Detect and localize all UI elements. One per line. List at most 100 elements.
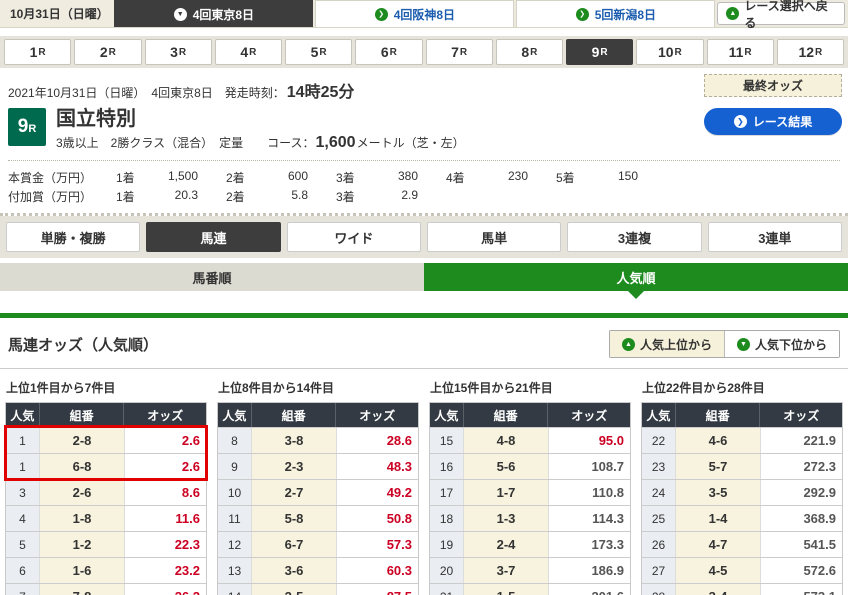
rank-cell: 8 <box>218 428 251 453</box>
table-row[interactable]: 12-82.6 <box>6 427 206 453</box>
race-tab-4R[interactable]: 4R <box>215 39 282 65</box>
race-result-button[interactable]: ❯ レース結果 <box>704 108 842 135</box>
odds-cell: 110.8 <box>548 480 631 505</box>
race-tab-12R[interactable]: 12R <box>777 39 844 65</box>
race-number: 9 <box>18 116 29 138</box>
column-header-組番: 組番 <box>251 403 336 427</box>
race-tab-9R[interactable]: 9R <box>566 39 633 65</box>
table-row[interactable]: 192-4173.3 <box>430 531 630 557</box>
odds-table-group-3: 上位15件目から21件目人気組番オッズ154-895.0165-6108.717… <box>429 377 631 595</box>
odds-cell: 173.3 <box>548 532 631 557</box>
table-row[interactable]: 283-4573.1 <box>642 583 842 595</box>
race-tab-suffix: R <box>249 47 256 58</box>
table-row[interactable]: 102-749.2 <box>218 479 418 505</box>
meeting-tab-4回阪神8日[interactable]: ❯4回阪神8日 <box>315 0 514 27</box>
table-row[interactable]: 51-222.3 <box>6 531 206 557</box>
race-tab-11R[interactable]: 11R <box>707 39 774 65</box>
divider <box>8 160 840 161</box>
table-row[interactable]: 243-5292.9 <box>642 479 842 505</box>
odds-cell: 23.2 <box>124 558 207 583</box>
table-row[interactable]: 142-587.5 <box>218 583 418 595</box>
table-row[interactable]: 171-7110.8 <box>430 479 630 505</box>
race-tab-8R[interactable]: 8R <box>496 39 563 65</box>
table-row[interactable]: 83-828.6 <box>218 427 418 453</box>
order-tab-人気順[interactable]: 人気順 <box>424 263 848 291</box>
bet-tab-3連複[interactable]: 3連複 <box>567 222 701 252</box>
back-to-race-select-button[interactable]: ▲ レース選択へ戻る <box>717 2 845 25</box>
bet-tab-馬連[interactable]: 馬連 <box>146 222 280 252</box>
table-row[interactable]: 154-895.0 <box>430 427 630 453</box>
odds-cell: 221.9 <box>760 428 843 453</box>
sort-button-人気上位から[interactable]: ▲人気上位から <box>610 331 724 357</box>
table-row[interactable]: 224-6221.9 <box>642 427 842 453</box>
odds-group-caption: 上位8件目から14件目 <box>218 379 419 396</box>
final-odds-label: 最終オッズ <box>743 77 803 94</box>
table-row[interactable]: 235-7272.3 <box>642 453 842 479</box>
prize-item: 1着20.3 <box>116 188 226 205</box>
race-number-strip: 1R2R3R4R5R6R7R8R9R10R11R12R <box>0 36 848 68</box>
conditions-text: 3歳以上 2勝クラス（混合） 定量 <box>56 134 267 151</box>
prize-item: 3着380 <box>336 169 446 186</box>
table-row[interactable]: 61-623.2 <box>6 557 206 583</box>
table-row[interactable]: 77-826.2 <box>6 583 206 595</box>
rank-cell: 24 <box>642 480 675 505</box>
column-header-人気: 人気 <box>642 403 675 427</box>
race-tab-6R[interactable]: 6R <box>355 39 422 65</box>
odds-cell: 572.6 <box>760 558 843 583</box>
table-row[interactable]: 16-82.6 <box>6 453 206 479</box>
table-row[interactable]: 41-811.6 <box>6 505 206 531</box>
pair-cell: 6-7 <box>251 532 336 557</box>
table-row[interactable]: 264-7541.5 <box>642 531 842 557</box>
odds-cell: 26.2 <box>124 584 207 595</box>
prize-value: 5.8 <box>260 188 308 205</box>
table-row[interactable]: 92-348.3 <box>218 453 418 479</box>
back-button-label: レース選択へ戻る <box>744 0 836 31</box>
race-tab-1R[interactable]: 1R <box>4 39 71 65</box>
table-row[interactable]: 115-850.8 <box>218 505 418 531</box>
table-row[interactable]: 133-660.3 <box>218 557 418 583</box>
prize-value: 150 <box>590 169 638 186</box>
bet-tab-3連単[interactable]: 3連単 <box>708 222 842 252</box>
table-row[interactable]: 203-7186.9 <box>430 557 630 583</box>
order-tab-馬番順[interactable]: 馬番順 <box>0 263 424 291</box>
table-row[interactable]: 181-3114.3 <box>430 505 630 531</box>
sort-button-人気下位から[interactable]: ▼人気下位から <box>724 331 839 357</box>
current-date: 10月31日（日曜） <box>0 0 114 27</box>
race-tab-number: 2 <box>100 44 108 60</box>
table-row[interactable]: 126-757.3 <box>218 531 418 557</box>
race-tab-10R[interactable]: 10R <box>636 39 703 65</box>
race-tab-suffix: R <box>38 47 45 58</box>
pair-cell: 1-2 <box>39 532 124 557</box>
pair-cell: 2-3 <box>251 454 336 479</box>
meeting-tab-4回東京8日[interactable]: ▼4回東京8日 <box>114 0 313 27</box>
rank-cell: 12 <box>218 532 251 557</box>
odds-cell: 28.6 <box>336 428 419 453</box>
rank-cell: 7 <box>6 584 39 595</box>
race-tab-2R[interactable]: 2R <box>74 39 141 65</box>
prize-value: 20.3 <box>150 188 198 205</box>
column-header-オッズ: オッズ <box>123 403 206 427</box>
race-tab-5R[interactable]: 5R <box>285 39 352 65</box>
table-row[interactable]: 274-5572.6 <box>642 557 842 583</box>
final-odds-button[interactable]: 最終オッズ <box>704 74 842 97</box>
table-row[interactable]: 251-4368.9 <box>642 505 842 531</box>
pair-cell: 4-7 <box>675 532 760 557</box>
rank-cell: 27 <box>642 558 675 583</box>
bet-tab-単勝・複勝[interactable]: 単勝・複勝 <box>6 222 140 252</box>
table-row[interactable]: 165-6108.7 <box>430 453 630 479</box>
table-row[interactable]: 211-5201.6 <box>430 583 630 595</box>
column-header-オッズ: オッズ <box>759 403 842 427</box>
prize-value: 380 <box>370 169 418 186</box>
column-header-人気: 人気 <box>218 403 251 427</box>
odds-cell: 50.8 <box>336 506 419 531</box>
table-row[interactable]: 32-68.6 <box>6 479 206 505</box>
meeting-tab-5回新潟8日[interactable]: ❯5回新潟8日 <box>516 0 715 27</box>
odds-cell: 292.9 <box>760 480 843 505</box>
bet-tab-ワイド[interactable]: ワイド <box>287 222 421 252</box>
odds-group-caption: 上位15件目から21件目 <box>430 379 631 396</box>
race-tab-3R[interactable]: 3R <box>145 39 212 65</box>
race-tab-7R[interactable]: 7R <box>426 39 493 65</box>
bet-tab-馬単[interactable]: 馬単 <box>427 222 561 252</box>
prize-money-block: 本賞金（万円） 1着1,5002着6003着3804着2305着150 付加賞（… <box>0 161 848 213</box>
rank-cell: 22 <box>642 428 675 453</box>
